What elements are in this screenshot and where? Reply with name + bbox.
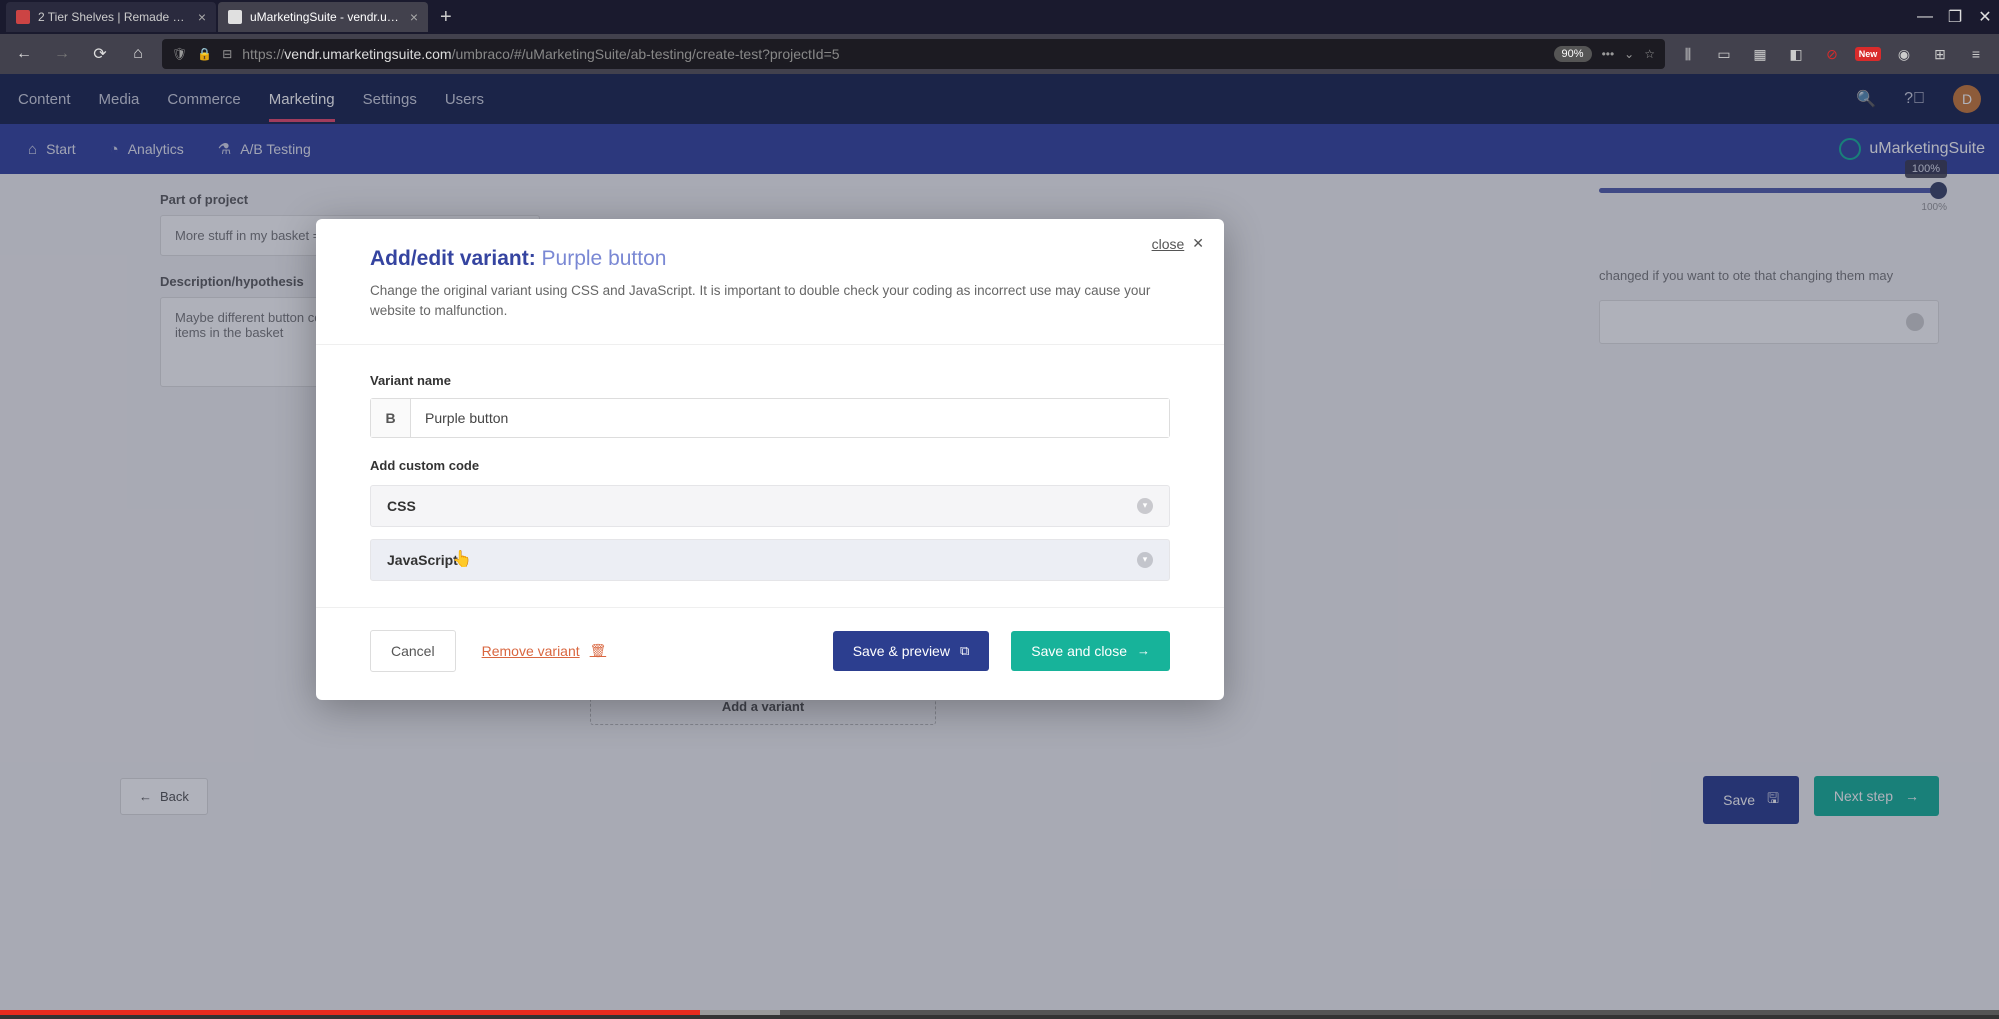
lock-icon: 🔒 xyxy=(197,47,212,61)
css-accordion[interactable]: CSS ▾ xyxy=(370,485,1170,527)
bookmark-star-icon[interactable]: ☆ xyxy=(1644,47,1655,61)
close-icon: ✕ xyxy=(1192,235,1204,252)
tab-close-icon[interactable]: × xyxy=(410,9,418,25)
video-progress[interactable] xyxy=(0,1010,1999,1015)
reload-icon[interactable]: ⟳ xyxy=(86,40,114,68)
css-accordion-title: CSS xyxy=(387,498,416,514)
variant-modal: close ✕ Add/edit variant: Purple button … xyxy=(316,219,1224,700)
cancel-button[interactable]: Cancel xyxy=(370,630,456,672)
favicon xyxy=(228,10,242,24)
progress-buffer xyxy=(700,1010,780,1015)
new-badge[interactable]: New xyxy=(1855,41,1881,67)
browser-tab-active[interactable]: uMarketingSuite - vendr.umark × xyxy=(218,2,428,32)
favicon xyxy=(16,10,30,24)
save-preview-button[interactable]: Save & preview⧉ xyxy=(833,631,990,671)
arrow-right-icon: → xyxy=(1137,643,1150,658)
library-icon[interactable]: ⫼ xyxy=(1675,41,1701,67)
zoom-badge[interactable]: 90% xyxy=(1554,46,1592,62)
menu-icon[interactable]: ≡ xyxy=(1963,41,1989,67)
window-minimize-icon[interactable]: — xyxy=(1911,3,1939,31)
pocket-icon[interactable]: ⌄ xyxy=(1624,47,1634,61)
external-link-icon: ⧉ xyxy=(960,643,969,659)
app-content: Content Media Commerce Marketing Setting… xyxy=(0,74,1999,1015)
variant-letter: B xyxy=(371,399,411,437)
reader-icon[interactable]: ▭ xyxy=(1711,41,1737,67)
home-icon[interactable]: ⌂ xyxy=(124,40,152,68)
shield-icon: 🛡 xyxy=(172,47,187,61)
browser-chrome: 2 Tier Shelves | Remade by Cli × uMarket… xyxy=(0,0,1999,74)
remove-variant-button[interactable]: Remove variant🗑 xyxy=(478,631,611,671)
url-input[interactable]: 🛡 🔒 ⊟ https://vendr.umarketingsuite.com/… xyxy=(162,39,1665,69)
new-tab-button[interactable]: + xyxy=(430,6,462,29)
window-close-icon[interactable]: ✕ xyxy=(1971,3,1999,31)
variant-name-label: Variant name xyxy=(370,373,1170,388)
extension-icon[interactable]: ◧ xyxy=(1783,41,1809,67)
js-accordion-title: JavaScript xyxy=(387,552,458,568)
variant-name-input[interactable] xyxy=(411,399,1169,437)
progress-fill xyxy=(0,1010,700,1015)
save-close-button[interactable]: Save and close→ xyxy=(1011,631,1170,671)
browser-tab[interactable]: 2 Tier Shelves | Remade by Cli × xyxy=(6,2,216,32)
modal-close-button[interactable]: close ✕ xyxy=(1152,235,1204,252)
account-icon[interactable]: ◉ xyxy=(1891,41,1917,67)
chevron-down-icon: ▾ xyxy=(1137,552,1153,568)
variant-name-field: B xyxy=(370,398,1170,438)
trash-icon: 🗑 xyxy=(590,643,607,659)
url-text: https://vendr.umarketingsuite.com/umbrac… xyxy=(242,46,1543,62)
custom-code-label: Add custom code xyxy=(370,458,1170,473)
js-accordion[interactable]: JavaScript ▾ xyxy=(370,539,1170,581)
modal-description: Change the original variant using CSS an… xyxy=(370,281,1170,322)
chevron-down-icon: ▾ xyxy=(1137,498,1153,514)
back-icon[interactable]: ← xyxy=(10,40,38,68)
extensions-icon[interactable]: ⊞ xyxy=(1927,41,1953,67)
tab-title: 2 Tier Shelves | Remade by Cli xyxy=(38,10,190,24)
block-icon[interactable]: ⊘ xyxy=(1819,41,1845,67)
close-label: close xyxy=(1152,236,1185,252)
url-bar: ← → ⟳ ⌂ 🛡 🔒 ⊟ https://vendr.umarketingsu… xyxy=(0,34,1999,74)
modal-title: Add/edit variant: Purple button xyxy=(370,247,1170,271)
tab-strip: 2 Tier Shelves | Remade by Cli × uMarket… xyxy=(0,0,1999,34)
modal-overlay[interactable]: close ✕ Add/edit variant: Purple button … xyxy=(0,74,1999,1015)
meatball-icon[interactable]: ••• xyxy=(1602,47,1615,61)
permission-icon: ⊟ xyxy=(222,47,232,61)
window-restore-icon[interactable]: ❐ xyxy=(1941,3,1969,31)
grid-icon[interactable]: ▦ xyxy=(1747,41,1773,67)
tab-title: uMarketingSuite - vendr.umark xyxy=(250,10,402,24)
forward-icon[interactable]: → xyxy=(48,40,76,68)
tab-close-icon[interactable]: × xyxy=(198,9,206,25)
